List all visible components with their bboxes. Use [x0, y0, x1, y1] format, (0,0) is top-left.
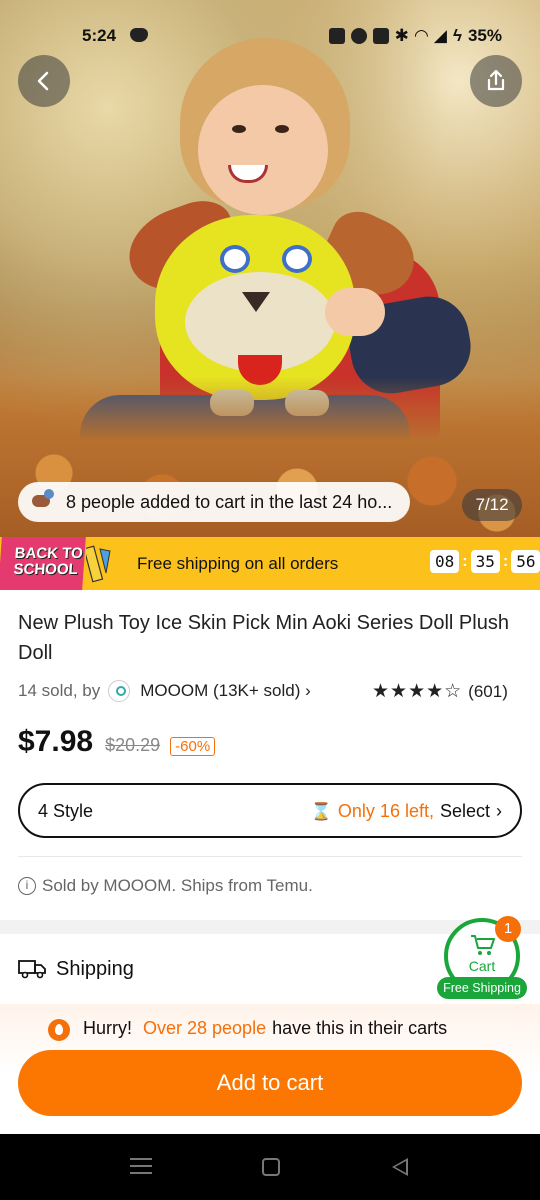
child-hand [325, 288, 385, 336]
store-logo-icon [108, 680, 131, 702]
alarm-icon [350, 28, 367, 44]
plush-eye-left [220, 245, 250, 273]
home-icon[interactable] [262, 1158, 280, 1176]
fire-icon [48, 1019, 70, 1041]
battery-level: 35% [467, 26, 502, 45]
sold-by-text: Sold by MOOOM. Ships from Temu. [42, 876, 313, 895]
added-to-cart-banner: 8 people added to cart in the last 24 ho… [18, 482, 410, 522]
share-button[interactable] [470, 55, 522, 107]
store-name: MOOOM (13K+ sold) [140, 681, 301, 700]
chevron-right-icon: › [496, 801, 502, 821]
original-price: $20.29 [105, 735, 161, 755]
status-time: 5:24 [82, 26, 117, 45]
image-counter: 7/12 [462, 489, 522, 521]
hurry-rest: have this in their carts [272, 1018, 448, 1038]
badge-line-2: SCHOOL [12, 561, 79, 578]
shipping-label: Shipping [56, 958, 134, 980]
current-price: $7.98 [18, 725, 94, 758]
product-details: New Plush Toy Ice Skin Pick Min Aoki Ser… [0, 590, 540, 920]
rating-count: (601) [468, 681, 508, 701]
product-rating[interactable]: ★★★★☆ (601) [372, 680, 508, 703]
price-row: $7.98 $20.29 -60% [18, 725, 216, 759]
style-selector[interactable]: 4 Style ⌛ Only 16 left, Select › [18, 783, 522, 838]
plush-eye-right [282, 245, 312, 273]
back-triangle-icon[interactable] [392, 1158, 408, 1176]
sold-by-info[interactable]: i Sold by MOOOM. Ships from Temu. [18, 876, 313, 896]
stock-warning: Only 16 left, [337, 801, 434, 821]
star-rating-icon: ★★★★☆ [372, 681, 463, 702]
recents-icon[interactable] [130, 1158, 152, 1174]
chevron-left-icon [37, 71, 49, 91]
status-icons: ✱ ◠ ◢ ϟ 35% [328, 26, 502, 46]
ruler-pencil-icon [86, 545, 111, 583]
child-eye-right [275, 125, 289, 133]
hourglass-icon: ⌛ [310, 801, 332, 821]
system-nav-bar [0, 1134, 540, 1200]
child-eye-left [232, 125, 246, 133]
status-bar: 5:24 ✱ ◠ ◢ ϟ 35% [0, 22, 540, 52]
info-icon: i [18, 877, 36, 895]
nfc-icon [328, 28, 345, 44]
promo-text: Free shipping on all orders [137, 554, 339, 573]
cart-count-badge: 1 [495, 916, 521, 942]
seller-info: 14 sold, by MOOOM (13K+ sold) › [18, 680, 311, 702]
urgency-message: Hurry! Over 28 people have this in their… [48, 1018, 448, 1041]
product-title: New Plush Toy Ice Skin Pick Min Aoki Ser… [18, 612, 509, 664]
discount-badge: -60% [170, 737, 216, 756]
add-to-cart-button[interactable]: Add to cart [18, 1050, 522, 1116]
product-image[interactable] [0, 0, 540, 537]
back-button[interactable] [18, 55, 70, 107]
bluetooth-icon: ✱ [394, 26, 409, 45]
timer-hours: 08 [430, 550, 460, 573]
share-icon [487, 69, 505, 91]
shopper-illustration-icon [28, 487, 58, 517]
hurry-text: Hurry! [83, 1018, 132, 1038]
truck-icon [18, 960, 46, 979]
added-to-cart-text: 8 people added to cart in the last 24 ho… [66, 491, 393, 512]
back-to-school-badge: BACK TO SCHOOL [0, 537, 86, 590]
bottom-bar: Hurry! Over 28 people have this in their… [0, 1004, 540, 1134]
countdown-timer: 08 : 35 : 56 [430, 550, 540, 573]
vibrate-icon [372, 28, 389, 44]
timer-seconds: 56 [511, 550, 540, 573]
battery-charging-icon: ϟ [452, 26, 462, 45]
hurry-highlight: Over 28 people [143, 1018, 267, 1038]
free-shipping-pill: Free Shipping [437, 977, 527, 999]
timer-minutes: 35 [470, 550, 500, 573]
cart-label: Cart [468, 958, 496, 974]
wifi-icon: ◠ [414, 26, 428, 45]
select-text: Select [439, 801, 490, 821]
sold-count: 14 sold, by [18, 681, 101, 700]
signal-icon: ◢ [433, 26, 447, 45]
child-face [198, 85, 328, 215]
style-label: 4 Style [38, 801, 94, 821]
promo-banner[interactable]: BACK TO SCHOOL Free shipping on all orde… [0, 537, 540, 590]
discord-icon [130, 28, 148, 42]
cart-icon [471, 935, 495, 955]
divider [18, 856, 522, 857]
store-link[interactable]: MOOOM (13K+ sold) › [140, 681, 311, 701]
badge-line-1: BACK TO [14, 545, 84, 562]
style-stock-select: ⌛ Only 16 left, Select › [311, 801, 502, 822]
